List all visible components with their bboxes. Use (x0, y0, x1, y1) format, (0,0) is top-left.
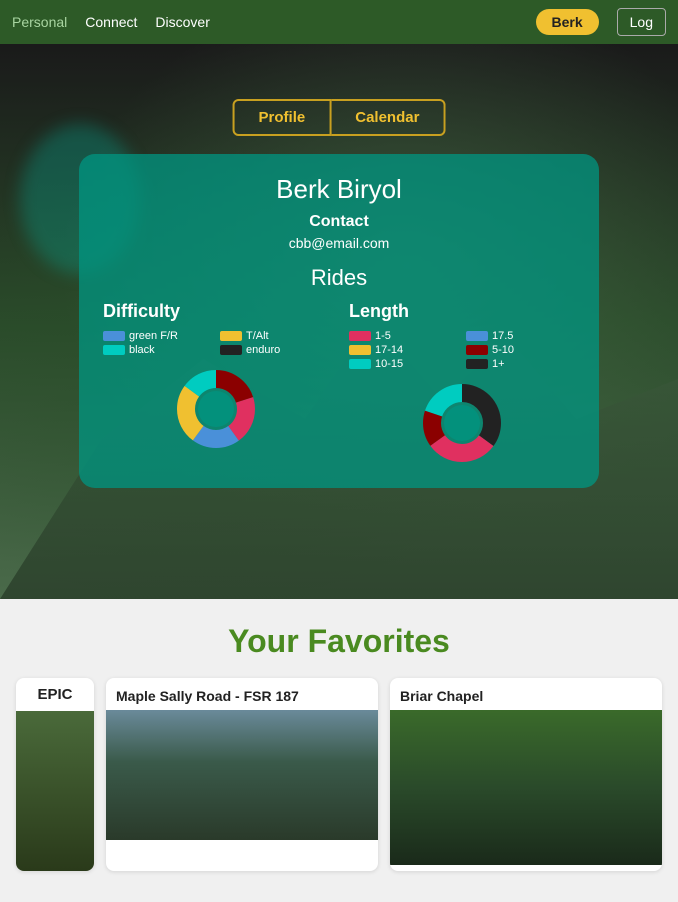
legend-item: 5-10 (466, 344, 575, 356)
favorites-section: Your Favorites EPIC Maple Sally Road - F… (0, 599, 678, 891)
epic-image (16, 711, 94, 871)
legend-label: enduro (246, 344, 280, 356)
nav-personal[interactable]: Personal (12, 14, 67, 30)
legend-item: green F/R (103, 330, 212, 342)
legend-label: 1+ (492, 358, 505, 370)
login-button[interactable]: Log (617, 8, 666, 36)
swatch (349, 345, 371, 355)
navbar: Personal Connect Discover Berk Log (0, 0, 678, 44)
fav-card-epic[interactable]: EPIC (16, 678, 94, 871)
legend-label: green F/R (129, 330, 178, 342)
favorites-grid: EPIC Maple Sally Road - FSR 187 Briar Ch… (16, 678, 662, 871)
length-legend: 1-5 17.5 17-14 5-10 (349, 330, 575, 370)
legend-label: T/Alt (246, 330, 269, 342)
maple-title: Maple Sally Road - FSR 187 (106, 678, 378, 710)
tab-bar: Profile Calendar (233, 99, 446, 136)
legend-label: 17.5 (492, 330, 513, 342)
swatch (466, 345, 488, 355)
legend-label: 5-10 (492, 344, 514, 356)
user-button[interactable]: Berk (536, 9, 599, 35)
swatch (103, 345, 125, 355)
profile-email: cbb@email.com (103, 235, 575, 251)
briar-image (390, 710, 662, 865)
legend-item: 17.5 (466, 330, 575, 342)
tab-calendar[interactable]: Calendar (331, 99, 445, 136)
briar-title: Briar Chapel (390, 678, 662, 710)
fav-card-briar[interactable]: Briar Chapel (390, 678, 662, 871)
hero-section: Profile Calendar Berk Biryol Contact cbb… (0, 44, 678, 599)
profile-card: Berk Biryol Contact cbb@email.com Rides … (79, 154, 599, 488)
nav-discover[interactable]: Discover (155, 14, 209, 30)
difficulty-heading: Difficulty (103, 301, 329, 322)
swatch (466, 359, 488, 369)
swatch (220, 345, 242, 355)
swatch (349, 331, 371, 341)
maple-image (106, 710, 378, 840)
legend-item: 17-14 (349, 344, 458, 356)
legend-label: 1-5 (375, 330, 391, 342)
legend-label: 17-14 (375, 344, 403, 356)
legend-label: black (129, 344, 155, 356)
legend-item: T/Alt (220, 330, 329, 342)
legend-item: 10-15 (349, 358, 458, 370)
length-heading: Length (349, 301, 575, 322)
length-chart (349, 378, 575, 468)
legend-item: 1-5 (349, 330, 458, 342)
profile-name: Berk Biryol (103, 174, 575, 205)
difficulty-col: Difficulty green F/R T/Alt black (103, 301, 329, 468)
legend-label: 10-15 (375, 358, 403, 370)
legend-item: black (103, 344, 212, 356)
swatch (349, 359, 371, 369)
difficulty-legend: green F/R T/Alt black enduro (103, 330, 329, 356)
contact-label: Contact (103, 213, 575, 231)
legend-item: 1+ (466, 358, 575, 370)
swatch (220, 331, 242, 341)
swatch (103, 331, 125, 341)
fav-card-maple[interactable]: Maple Sally Road - FSR 187 (106, 678, 378, 871)
nav-connect[interactable]: Connect (85, 14, 137, 30)
favorites-title: Your Favorites (16, 623, 662, 660)
difficulty-chart (103, 364, 329, 454)
legend-item: enduro (220, 344, 329, 356)
stats-row: Difficulty green F/R T/Alt black (103, 301, 575, 468)
epic-label: EPIC (16, 678, 94, 711)
length-col: Length 1-5 17.5 17-14 (349, 301, 575, 468)
rides-title: Rides (103, 265, 575, 291)
tab-profile[interactable]: Profile (233, 99, 332, 136)
swatch (466, 331, 488, 341)
